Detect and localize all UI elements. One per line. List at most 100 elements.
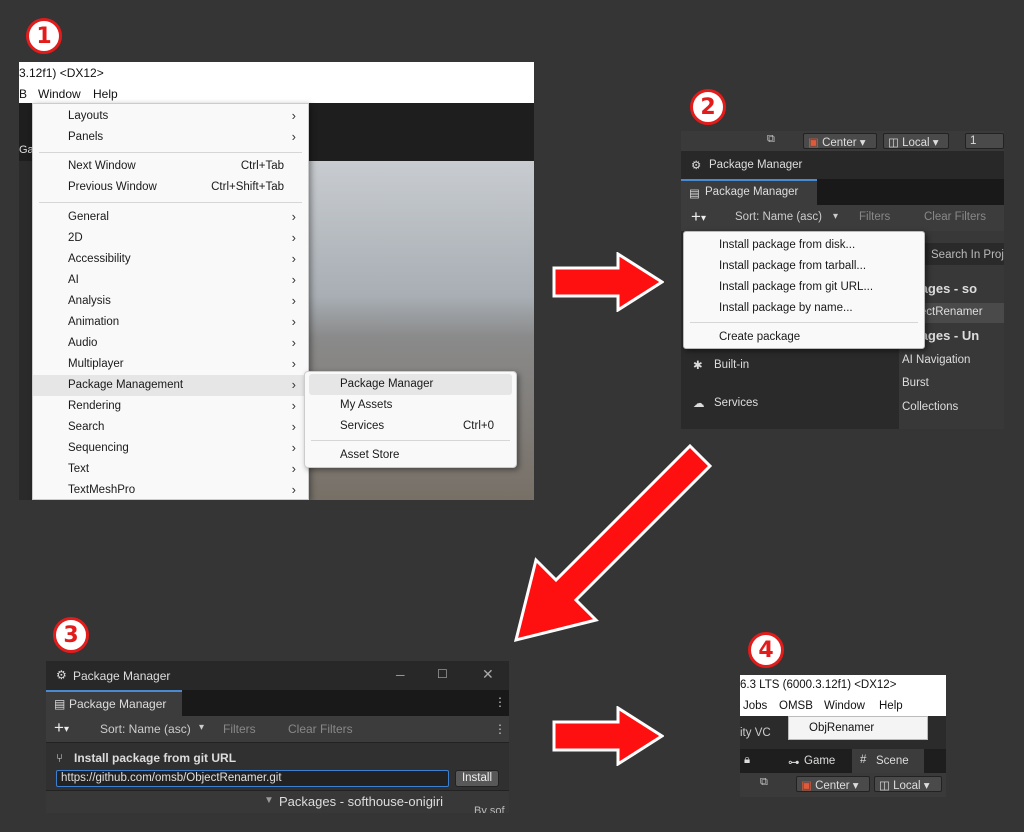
- menu-item-objrenamer[interactable]: ObjRenamer: [809, 722, 874, 734]
- tab-package-manager[interactable]: ▤ Package Manager: [681, 179, 817, 205]
- menu-window[interactable]: Window: [38, 87, 81, 101]
- maximize-icon[interactable]: ⧉: [767, 133, 775, 146]
- chevron-right-icon: ›: [291, 230, 296, 245]
- menu-item-animation[interactable]: Animation ›: [33, 312, 308, 333]
- package-toolbar: + ▾ Sort: Name (asc) ▾ Filters Clear Fil…: [681, 205, 1004, 231]
- menu-item-create-package[interactable]: Create package: [684, 327, 924, 348]
- author-text: By sof: [474, 805, 505, 813]
- menu-window[interactable]: Window: [824, 700, 865, 712]
- center-icon: ▣: [801, 780, 812, 792]
- menu-item-install-from-disk[interactable]: Install package from disk...: [684, 235, 924, 256]
- sort-dropdown[interactable]: Sort: Name (asc): [100, 722, 191, 736]
- add-plus-button[interactable]: + ▾: [54, 718, 69, 738]
- cloud-icon: ☁: [693, 398, 705, 410]
- lock-icon[interactable]: 🔒︎: [744, 754, 750, 767]
- menu-item-previous-window[interactable]: Previous Window Ctrl+Shift+Tab: [33, 177, 308, 198]
- tab-game[interactable]: Game: [804, 755, 835, 767]
- scene-tools: [19, 161, 33, 500]
- snap-value-field[interactable]: 1: [965, 133, 1004, 149]
- gamepad-icon: ⊶: [788, 757, 800, 769]
- menu-b[interactable]: B: [19, 87, 27, 101]
- sidebar-item-built-in[interactable]: Built-in: [714, 359, 749, 371]
- step-3-badge: 3: [53, 617, 89, 653]
- menu-item-package-management[interactable]: Package Management ›: [33, 375, 308, 396]
- chevron-right-icon: ›: [291, 209, 296, 224]
- menu-item-text[interactable]: Text ›: [33, 459, 308, 480]
- minimize-icon[interactable]: ─: [396, 668, 405, 682]
- menu-item-install-from-git-url[interactable]: Install package from git URL...: [684, 277, 924, 298]
- git-url-input[interactable]: https://github.com/omsb/ObjectRenamer.gi…: [56, 770, 449, 787]
- title-bar: 6.3 LTS (6000.3.12f1) <DX12>: [740, 675, 946, 696]
- add-plus-button[interactable]: + ▾: [691, 207, 706, 227]
- menu-help[interactable]: Help: [879, 700, 903, 712]
- pivot-local-dropdown[interactable]: ◫ Local ▾: [883, 133, 949, 149]
- window-title: Package Manager: [73, 669, 171, 683]
- menu-item-install-by-name[interactable]: Install package by name...: [684, 298, 924, 319]
- chevron-right-icon: ›: [291, 377, 296, 392]
- submenu-item-my-assets[interactable]: My Assets: [305, 395, 516, 416]
- tab-bar: ▤ Package Manager: [681, 179, 1004, 205]
- submenu-item-services[interactable]: Services Ctrl+0: [305, 416, 516, 437]
- list-item[interactable]: Collections: [902, 401, 958, 413]
- group-header[interactable]: Packages - softhouse-onigiri: [279, 794, 443, 809]
- menu-item-textmeshpro[interactable]: TextMeshPro ›: [33, 480, 308, 500]
- maximize-icon[interactable]: ⧉: [760, 776, 768, 789]
- clear-filters-button[interactable]: Clear Filters: [924, 211, 986, 223]
- menu-help[interactable]: Help: [93, 87, 118, 101]
- menu-omsb[interactable]: OMSB: [779, 700, 813, 712]
- tab-scene[interactable]: # Scene: [852, 749, 924, 773]
- list-item[interactable]: Burst: [902, 377, 929, 389]
- pivot-local-dropdown[interactable]: ◫ Local ▾: [874, 776, 942, 792]
- more-options-icon[interactable]: ⋮: [494, 695, 506, 709]
- list-item[interactable]: AI Navigation: [902, 354, 970, 366]
- filters-dropdown[interactable]: Filters: [223, 722, 256, 736]
- menu-item-search[interactable]: Search ›: [33, 417, 308, 438]
- menu-item-next-window[interactable]: Next Window Ctrl+Tab: [33, 156, 308, 177]
- submenu-item-package-manager[interactable]: Package Manager: [309, 374, 512, 395]
- chevron-down-icon: ▼: [264, 795, 274, 806]
- sidebar-item-services[interactable]: Services: [714, 397, 758, 409]
- hash-icon: #: [860, 754, 867, 766]
- window-title: 3.12f1) <DX12>: [19, 66, 104, 80]
- step-2-badge: 2: [690, 89, 726, 125]
- git-url-dialog: ⑂ Install package from git URL https://g…: [46, 742, 509, 791]
- sort-dropdown[interactable]: Sort: Name (asc): [735, 211, 822, 223]
- package-icon: ⚙: [56, 668, 67, 682]
- unity-icon: ✱: [693, 360, 703, 372]
- menu-item-general[interactable]: General ›: [33, 207, 308, 228]
- maximize-icon[interactable]: ☐: [437, 667, 448, 681]
- menu-item-panels[interactable]: Panels ›: [33, 127, 308, 148]
- chevron-right-icon: ›: [291, 419, 296, 434]
- pivot-center-dropdown[interactable]: ▣ Center ▾: [796, 776, 870, 792]
- chevron-down-icon: ▾: [199, 722, 205, 733]
- chevron-right-icon: ›: [291, 108, 296, 123]
- panel-3-git-url: ⚙ Package Manager ─ ☐ ✕ ▤ Package Manage…: [46, 661, 509, 813]
- install-button[interactable]: Install: [455, 770, 499, 787]
- more-options-icon[interactable]: ⋮: [494, 722, 506, 736]
- menu-item-2d[interactable]: 2D ›: [33, 228, 308, 249]
- filters-dropdown[interactable]: Filters: [859, 211, 890, 223]
- menu-item-sequencing[interactable]: Sequencing ›: [33, 438, 308, 459]
- chevron-right-icon: ›: [291, 482, 296, 497]
- package-icon: ⚙: [691, 160, 702, 172]
- menu-item-layouts[interactable]: Layouts ›: [33, 106, 308, 127]
- window-title: Package Manager: [709, 159, 803, 171]
- panel-1-window-menu: 3.12f1) <DX12> B Window Help Ga Layouts ›…: [19, 62, 534, 500]
- menu-item-install-from-tarball[interactable]: Install package from tarball...: [684, 256, 924, 277]
- menu-item-rendering[interactable]: Rendering ›: [33, 396, 308, 417]
- menu-item-ai[interactable]: AI ›: [33, 270, 308, 291]
- menu-item-multiplayer[interactable]: Multiplayer ›: [33, 354, 308, 375]
- menu-jobs[interactable]: Jobs: [743, 700, 767, 712]
- chevron-down-icon: ▾: [833, 211, 839, 222]
- step-1-badge: 1: [26, 18, 62, 54]
- close-icon[interactable]: ✕: [482, 666, 494, 683]
- tab-package-manager[interactable]: ▤ Package Manager: [46, 690, 182, 716]
- menu-item-analysis[interactable]: Analysis ›: [33, 291, 308, 312]
- menu-item-audio[interactable]: Audio ›: [33, 333, 308, 354]
- menu-item-accessibility[interactable]: Accessibility ›: [33, 249, 308, 270]
- submenu-item-asset-store[interactable]: Asset Store: [305, 445, 516, 466]
- clear-filters-button[interactable]: Clear Filters: [288, 722, 353, 736]
- tab-bar: ▤ Package Manager ⋮: [46, 690, 509, 716]
- pivot-center-dropdown[interactable]: ▣ Center ▾: [803, 133, 877, 149]
- window-title-bar: ⚙ Package Manager ─ ☐ ✕: [46, 661, 509, 690]
